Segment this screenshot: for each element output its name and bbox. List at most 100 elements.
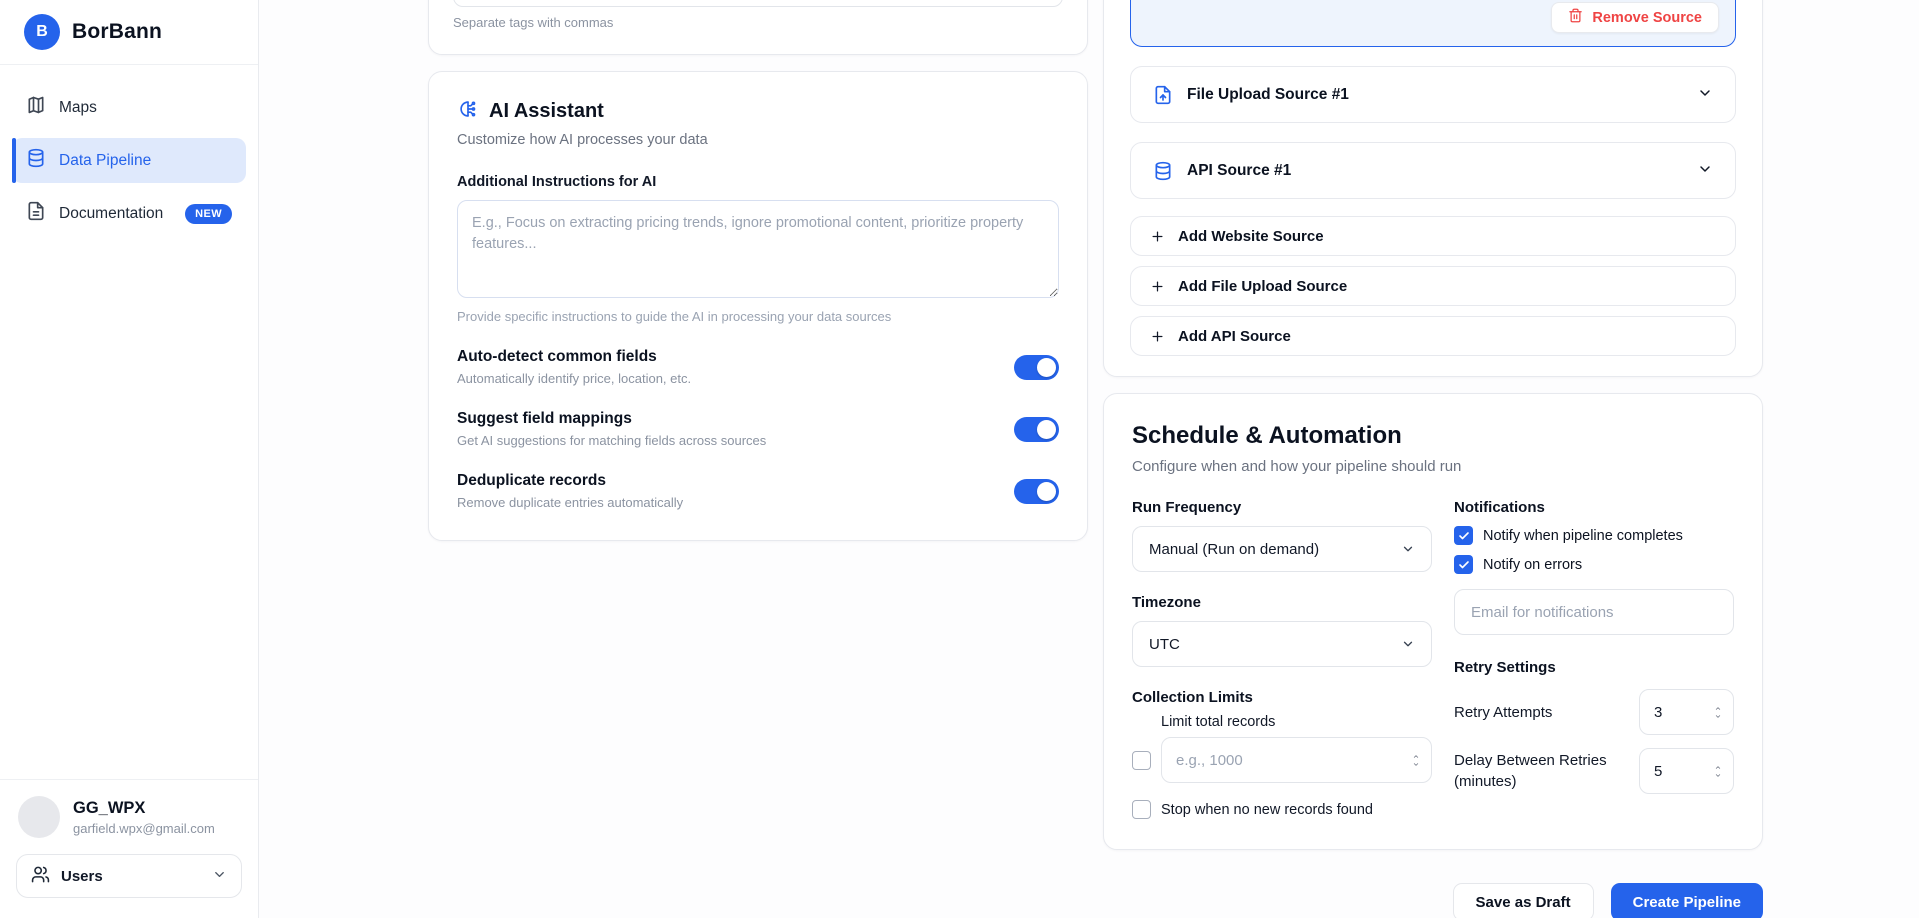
source-item-api[interactable]: API Source #1 bbox=[1130, 142, 1736, 199]
user-info: GG_WPX garfield.wpx@gmail.com bbox=[16, 796, 242, 838]
retry-attempts-input[interactable] bbox=[1654, 704, 1713, 721]
tags-input[interactable] bbox=[453, 0, 1063, 7]
notify-errors-label: Notify on errors bbox=[1483, 557, 1582, 573]
sidebar-item-label: Data Pipeline bbox=[59, 152, 151, 170]
schedule-card-subtitle: Configure when and how your pipeline sho… bbox=[1132, 458, 1734, 475]
deduplicate-toggle[interactable] bbox=[1014, 479, 1059, 504]
limit-records-input[interactable] bbox=[1176, 752, 1411, 769]
toggle-label: Auto-detect common fields bbox=[457, 348, 691, 366]
retry-delay-input[interactable] bbox=[1654, 763, 1713, 780]
ai-brain-circuit-icon bbox=[457, 98, 479, 124]
database-icon bbox=[1153, 161, 1173, 181]
tags-helper-text: Separate tags with commas bbox=[453, 15, 1063, 30]
sidebar-item-data-pipeline[interactable]: Data Pipeline bbox=[12, 138, 246, 183]
add-api-source-button[interactable]: Add API Source bbox=[1130, 316, 1736, 356]
sidebar-nav: Maps Data Pipeline Documentation NEW bbox=[0, 65, 258, 256]
schedule-automation-card: Schedule & Automation Configure when and… bbox=[1103, 393, 1763, 850]
ai-instructions-label: Additional Instructions for AI bbox=[457, 174, 1059, 190]
retry-delay-input-box bbox=[1639, 748, 1734, 794]
tags-card: Separate tags with commas bbox=[428, 0, 1088, 55]
schedule-card-title: Schedule & Automation bbox=[1132, 422, 1734, 450]
stop-no-new-records-label: Stop when no new records found bbox=[1161, 802, 1373, 818]
add-button-label: Add Website Source bbox=[1178, 228, 1324, 245]
plus-icon bbox=[1150, 279, 1165, 294]
toggle-row-deduplicate: Deduplicate records Remove duplicate ent… bbox=[457, 472, 1059, 510]
retry-settings-label: Retry Settings bbox=[1454, 659, 1734, 676]
notify-complete-checkbox[interactable] bbox=[1454, 526, 1473, 545]
toggle-description: Remove duplicate entries automatically bbox=[457, 495, 683, 510]
save-draft-button[interactable]: Save as Draft bbox=[1453, 883, 1594, 918]
schedule-left-column: Run Frequency Manual (Run on demand) Tim… bbox=[1132, 499, 1432, 819]
chevron-down-icon bbox=[212, 867, 227, 886]
left-column: Separate tags with commas AI Assistant C… bbox=[428, 0, 1088, 918]
plus-icon bbox=[1150, 229, 1165, 244]
sidebar-item-label: Maps bbox=[59, 99, 97, 117]
run-frequency-value: Manual (Run on demand) bbox=[1149, 541, 1319, 558]
file-upload-icon bbox=[1153, 85, 1173, 105]
schedule-right-column: Notifications Notify when pipeline compl… bbox=[1454, 499, 1734, 819]
add-button-label: Add API Source bbox=[1178, 328, 1291, 345]
role-selector-label: Users bbox=[61, 868, 103, 885]
check-icon bbox=[1458, 559, 1470, 571]
ai-instructions-textarea[interactable] bbox=[457, 200, 1059, 298]
retry-attempts-label: Retry Attempts bbox=[1454, 702, 1552, 723]
notifications-label: Notifications bbox=[1454, 499, 1734, 516]
stop-no-new-records-checkbox[interactable] bbox=[1132, 800, 1151, 819]
field-mappings-toggle[interactable] bbox=[1014, 417, 1059, 442]
remove-source-button[interactable]: Remove Source bbox=[1551, 2, 1719, 33]
run-frequency-label: Run Frequency bbox=[1132, 499, 1432, 516]
number-spinner[interactable] bbox=[1411, 753, 1421, 768]
trash-icon bbox=[1568, 8, 1583, 27]
limit-total-records-label: Limit total records bbox=[1161, 714, 1432, 730]
timezone-select[interactable]: UTC bbox=[1132, 621, 1432, 667]
add-file-upload-source-button[interactable]: Add File Upload Source bbox=[1130, 266, 1736, 306]
sidebar: B BorBann Maps Data Pipeline Documentati… bbox=[0, 0, 259, 918]
run-frequency-select[interactable]: Manual (Run on demand) bbox=[1132, 526, 1432, 572]
toggle-row-autodetect: Auto-detect common fields Automatically … bbox=[457, 348, 1059, 386]
notify-errors-checkbox[interactable] bbox=[1454, 555, 1473, 574]
toggle-description: Get AI suggestions for matching fields a… bbox=[457, 433, 766, 448]
ai-instructions-helper: Provide specific instructions to guide t… bbox=[457, 309, 1059, 324]
data-sources-card: Remove Source File Upload Source #1 API … bbox=[1103, 0, 1763, 377]
number-spinner[interactable] bbox=[1713, 705, 1723, 720]
sidebar-item-documentation[interactable]: Documentation NEW bbox=[12, 191, 246, 236]
notify-complete-label: Notify when pipeline completes bbox=[1483, 528, 1683, 544]
source-item-label: File Upload Source #1 bbox=[1187, 86, 1349, 104]
source-item-label: API Source #1 bbox=[1187, 162, 1291, 180]
map-icon bbox=[26, 95, 46, 120]
ai-assistant-card: AI Assistant Customize how AI processes … bbox=[428, 71, 1088, 541]
users-icon bbox=[31, 865, 50, 888]
new-badge: NEW bbox=[185, 204, 232, 224]
timezone-label: Timezone bbox=[1132, 594, 1432, 611]
sidebar-item-maps[interactable]: Maps bbox=[12, 85, 246, 130]
limit-total-records-checkbox[interactable] bbox=[1132, 751, 1151, 770]
create-pipeline-button[interactable]: Create Pipeline bbox=[1611, 883, 1763, 918]
add-website-source-button[interactable]: Add Website Source bbox=[1130, 216, 1736, 256]
toggle-label: Deduplicate records bbox=[457, 472, 683, 490]
chevron-down-icon bbox=[1697, 161, 1713, 181]
footer-actions: Save as Draft Create Pipeline bbox=[1103, 883, 1763, 918]
add-button-label: Add File Upload Source bbox=[1178, 278, 1347, 295]
ai-card-title: AI Assistant bbox=[489, 100, 604, 123]
remove-source-label: Remove Source bbox=[1592, 10, 1702, 26]
check-icon bbox=[1458, 530, 1470, 542]
document-icon bbox=[26, 201, 46, 226]
plus-icon bbox=[1150, 329, 1165, 344]
chevron-down-icon bbox=[1401, 542, 1415, 556]
brand-name: BorBann bbox=[72, 20, 162, 44]
avatar bbox=[18, 796, 60, 838]
timezone-value: UTC bbox=[1149, 636, 1180, 653]
number-spinner[interactable] bbox=[1713, 764, 1723, 779]
user-name: GG_WPX bbox=[73, 799, 215, 818]
selected-source-panel: Remove Source bbox=[1130, 0, 1736, 47]
notification-email-input[interactable] bbox=[1454, 589, 1734, 635]
source-item-file-upload[interactable]: File Upload Source #1 bbox=[1130, 66, 1736, 123]
autodetect-toggle[interactable] bbox=[1014, 355, 1059, 380]
role-selector-button[interactable]: Users bbox=[16, 854, 242, 898]
database-icon bbox=[26, 148, 46, 173]
app-root: B BorBann Maps Data Pipeline Documentati… bbox=[0, 0, 1919, 918]
retry-attempts-input-box bbox=[1639, 689, 1734, 735]
collection-limits-label: Collection Limits bbox=[1132, 689, 1432, 706]
brand-logo: B bbox=[24, 14, 60, 50]
retry-delay-label: Delay Between Retries (minutes) bbox=[1454, 750, 1629, 792]
